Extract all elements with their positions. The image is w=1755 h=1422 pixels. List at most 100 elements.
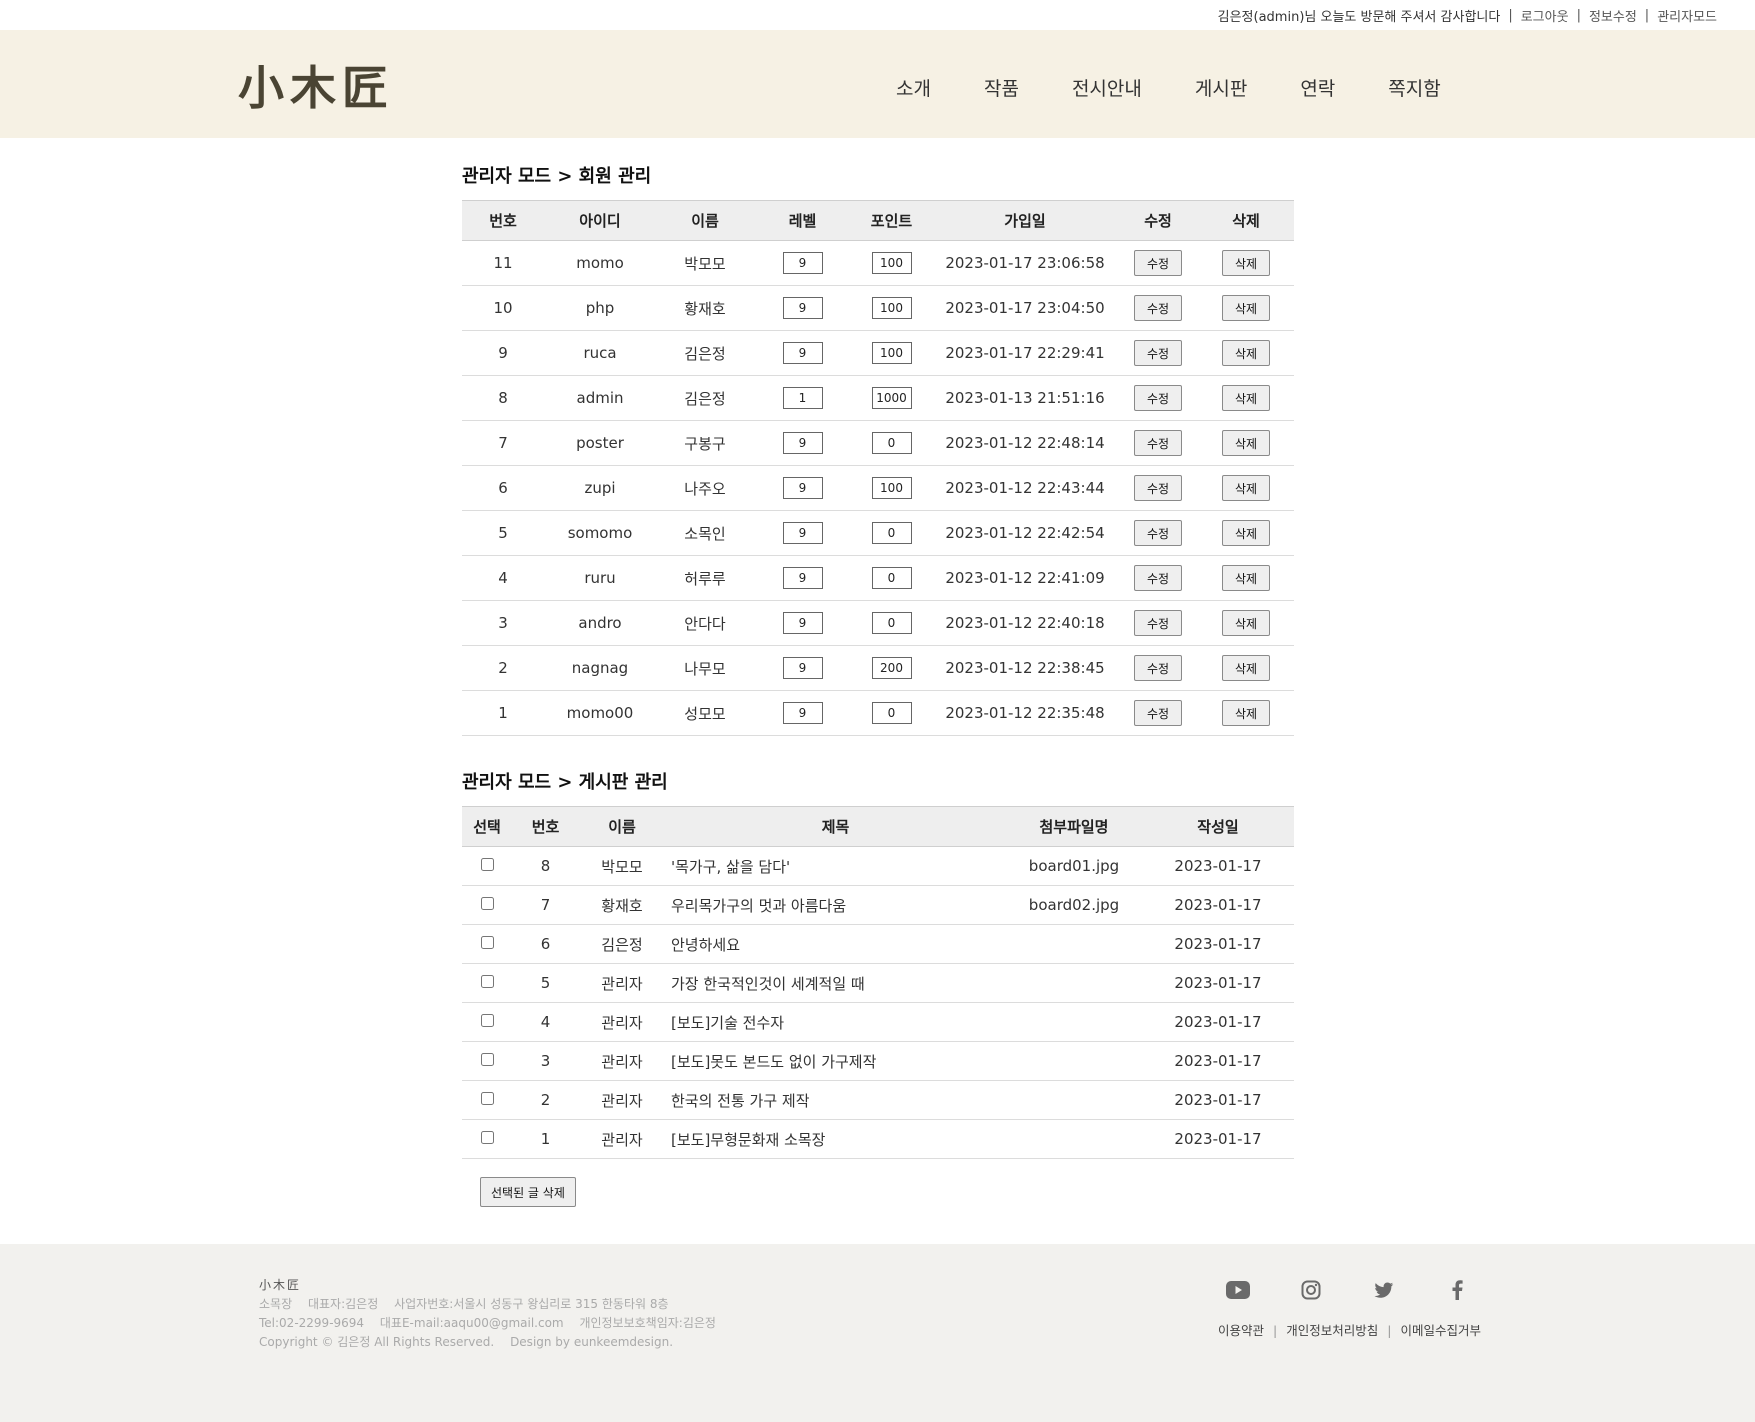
- level-input[interactable]: [782, 297, 823, 319]
- member-name: 나무모: [656, 645, 754, 691]
- select-checkbox[interactable]: [480, 975, 494, 988]
- post-attachment: [1006, 1119, 1142, 1159]
- delete-member-button[interactable]: 삭제: [1222, 520, 1270, 546]
- select-checkbox[interactable]: [480, 1131, 494, 1144]
- nav-item-intro[interactable]: 소개: [896, 74, 931, 101]
- post-date: 2023-01-17: [1142, 924, 1294, 964]
- level-input[interactable]: [782, 567, 823, 589]
- delete-member-button[interactable]: 삭제: [1222, 430, 1270, 456]
- delete-member-button[interactable]: 삭제: [1222, 250, 1270, 276]
- post-title[interactable]: [보도]못도 본드도 없이 가구제작: [665, 1041, 1006, 1081]
- privacy-policy-link[interactable]: 개인정보처리방침: [1286, 1323, 1378, 1338]
- edit-member-button[interactable]: 수정: [1134, 700, 1182, 726]
- member-id: php: [544, 285, 656, 331]
- twitter-icon[interactable]: [1372, 1278, 1396, 1302]
- footer-copyright: Copyright © 김은정 All Rights Reserved.: [259, 1335, 495, 1349]
- level-input[interactable]: [782, 657, 823, 679]
- table-row: 4ruru허루루 2023-01-12 22:41:09 수정 삭제: [462, 555, 1294, 601]
- delete-member-button[interactable]: 삭제: [1222, 655, 1270, 681]
- level-input[interactable]: [782, 432, 823, 454]
- member-name: 김은정: [656, 375, 754, 421]
- youtube-icon[interactable]: [1226, 1278, 1250, 1302]
- column-header: 이름: [608, 818, 636, 836]
- delete-member-button[interactable]: 삭제: [1222, 610, 1270, 636]
- edit-member-button[interactable]: 수정: [1134, 340, 1182, 366]
- member-name: 나주오: [656, 465, 754, 511]
- post-date: 2023-01-17: [1142, 1080, 1294, 1120]
- select-checkbox[interactable]: [480, 1092, 494, 1105]
- edit-member-button[interactable]: 수정: [1134, 565, 1182, 591]
- edit-info-link[interactable]: 정보수정: [1589, 6, 1637, 25]
- post-title[interactable]: [보도]기술 전수자: [665, 1002, 1006, 1042]
- edit-member-button[interactable]: 수정: [1134, 295, 1182, 321]
- edit-member-button[interactable]: 수정: [1134, 610, 1182, 636]
- level-input[interactable]: [782, 342, 823, 364]
- select-cell: [462, 1041, 512, 1081]
- delete-selected-button[interactable]: 선택된 글 삭제: [480, 1177, 576, 1207]
- member-point-cell: [851, 690, 932, 736]
- nav-item-board[interactable]: 게시판: [1195, 74, 1247, 101]
- member-joined-date: 2023-01-12 22:43:44: [932, 465, 1118, 511]
- point-input[interactable]: [871, 657, 912, 679]
- select-checkbox[interactable]: [480, 897, 494, 910]
- email-refusal-link[interactable]: 이메일수집거부: [1400, 1323, 1481, 1338]
- point-input[interactable]: [871, 477, 912, 499]
- delete-member-button[interactable]: 삭제: [1222, 700, 1270, 726]
- level-input[interactable]: [782, 702, 823, 724]
- member-id: momo: [544, 240, 656, 286]
- nav-item-contact[interactable]: 연락: [1300, 74, 1335, 101]
- post-title[interactable]: 안녕하세요: [665, 924, 1006, 964]
- point-input[interactable]: [871, 342, 912, 364]
- delete-member-button[interactable]: 삭제: [1222, 385, 1270, 411]
- select-checkbox[interactable]: [480, 1053, 494, 1066]
- member-level-cell: [754, 420, 851, 466]
- table-row: 2nagnag나무모 2023-01-12 22:38:45 수정 삭제: [462, 645, 1294, 691]
- point-input[interactable]: [871, 702, 912, 724]
- point-input[interactable]: [871, 612, 912, 634]
- delete-member-button[interactable]: 삭제: [1222, 565, 1270, 591]
- instagram-icon[interactable]: [1299, 1278, 1323, 1302]
- edit-member-button[interactable]: 수정: [1134, 430, 1182, 456]
- site-logo[interactable]: 小木匠: [238, 52, 394, 118]
- point-input[interactable]: [871, 387, 912, 409]
- post-title[interactable]: 한국의 전통 가구 제작: [665, 1080, 1006, 1120]
- edit-member-button[interactable]: 수정: [1134, 250, 1182, 276]
- point-input[interactable]: [871, 567, 912, 589]
- post-title[interactable]: [보도]무형문화재 소목장: [665, 1119, 1006, 1159]
- point-input[interactable]: [871, 297, 912, 319]
- welcome-message: 김은정(admin)님 오늘도 방문해 주셔서 감사합니다: [1217, 9, 1501, 25]
- nav-item-exhibition[interactable]: 전시안내: [1072, 74, 1142, 101]
- site-header: 小木匠 소개 작품 전시안내 게시판 연락 쪽지함: [0, 30, 1755, 138]
- post-author: 김은정: [579, 924, 665, 964]
- select-checkbox[interactable]: [480, 858, 494, 871]
- level-input[interactable]: [782, 612, 823, 634]
- select-checkbox[interactable]: [480, 936, 494, 949]
- delete-member-button[interactable]: 삭제: [1222, 340, 1270, 366]
- level-input[interactable]: [782, 522, 823, 544]
- edit-member-button[interactable]: 수정: [1134, 520, 1182, 546]
- post-title[interactable]: 가장 한국적인것이 세계적일 때: [665, 963, 1006, 1003]
- facebook-icon[interactable]: [1445, 1278, 1469, 1302]
- level-input[interactable]: [782, 477, 823, 499]
- nav-item-messages[interactable]: 쪽지함: [1388, 74, 1440, 101]
- delete-member-button[interactable]: 삭제: [1222, 475, 1270, 501]
- level-input[interactable]: [782, 387, 823, 409]
- post-title[interactable]: '목가구, 삶을 담다': [665, 846, 1006, 886]
- post-attachment: [1006, 1041, 1142, 1081]
- column-header: 수정: [1144, 212, 1172, 230]
- edit-member-button[interactable]: 수정: [1134, 385, 1182, 411]
- select-checkbox[interactable]: [480, 1014, 494, 1027]
- admin-mode-link[interactable]: 관리자모드: [1657, 6, 1717, 25]
- nav-item-works[interactable]: 작품: [984, 74, 1019, 101]
- point-input[interactable]: [871, 522, 912, 544]
- logout-link[interactable]: 로그아웃: [1521, 6, 1569, 25]
- point-input[interactable]: [871, 252, 912, 274]
- terms-link[interactable]: 이용약관: [1218, 1323, 1264, 1338]
- edit-member-button[interactable]: 수정: [1134, 655, 1182, 681]
- board-section: 관리자 모드 > 게시판 관리 선택 번호 이름 제목 첨부파일명 작성일 8박…: [462, 766, 1294, 1207]
- point-input[interactable]: [871, 432, 912, 454]
- level-input[interactable]: [782, 252, 823, 274]
- delete-member-button[interactable]: 삭제: [1222, 295, 1270, 321]
- post-title[interactable]: 우리목가구의 멋과 아름다움: [665, 885, 1006, 925]
- edit-member-button[interactable]: 수정: [1134, 475, 1182, 501]
